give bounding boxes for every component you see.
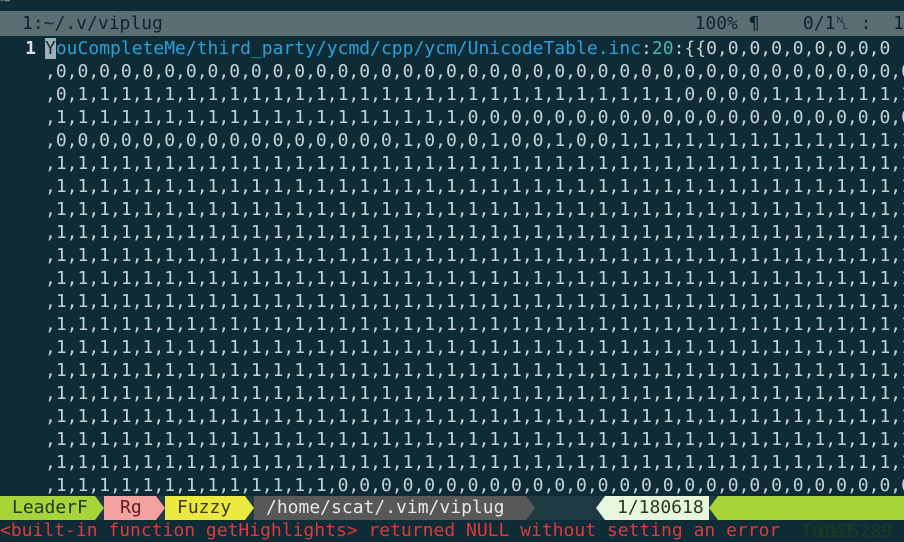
match-text: ,1,1,1,1,1,1,1,1,1,1,1,1,1,1,1,1,1,1,1,1…	[45, 176, 904, 197]
line-number: 1	[25, 38, 36, 59]
match-text: ,1,1,1,1,1,1,1,1,1,1,1,1,1,1,1,1,1,1,1,1…	[45, 245, 904, 266]
match-text: ,1,1,1,1,1,1,1,1,1,1,1,1,1,1,1,1,1,1,1,1…	[45, 268, 904, 289]
line-number-gutter	[0, 152, 45, 175]
match-text: ,0,1,1,1,1,1,1,1,1,1,1,1,1,1,1,1,1,1,1,1…	[45, 84, 904, 105]
status-position-info: 100% ¶ 0/1␤ : 1	[694, 13, 904, 34]
wrapped-line[interactable]: ,1,1,1,1,1,1,1,1,1,1,1,1,1,1,1,1,1,1,1,1…	[0, 221, 904, 244]
wrapped-line[interactable]: ,1,1,1,1,1,1,1,1,1,1,1,1,1,1,1,1,1,1,1,1…	[0, 313, 904, 336]
leaderf-cwd: /home/scat/.vim/viplug	[254, 496, 526, 520]
wrapped-line[interactable]: ,0,0,0,0,0,0,0,0,0,0,0,0,0,0,0,0,1,0,0,0…	[0, 129, 904, 152]
line-number-gutter	[0, 313, 45, 336]
match-text: ,1,1,1,1,1,1,1,1,1,1,1,1,1,1,1,1,1,1,1,1…	[45, 383, 904, 404]
match-text: ,1,1,1,1,1,1,1,1,1,1,1,1,1,1,1,1,1,1,1,1…	[45, 429, 904, 450]
wrapped-line[interactable]: ,1,1,1,1,1,1,1,1,1,1,1,1,1,1,1,1,1,1,1,1…	[0, 451, 904, 474]
line-number-gutter	[0, 382, 45, 405]
match-text: ,1,1,1,1,1,1,1,1,1,1,1,1,1,1,1,1,1,1,1,1…	[45, 337, 904, 358]
vim-terminal: ~ 1:~/.v/viplug 100% ¶ 0/1␤ : 1 1 YouComp…	[0, 0, 904, 542]
match-text: ,1,1,1,1,1,1,1,1,1,1,1,1,1,1,1,1,1,1,1,1…	[45, 452, 904, 473]
match-text: ,1,1,1,1,1,1,1,1,1,1,1,1,1,1,1,1,1,1,1,1…	[45, 153, 904, 174]
line-number-gutter	[0, 129, 45, 152]
match-text: ,1,1,1,1,1,1,1,1,1,1,1,1,1,1,1,1,1,1,1,1…	[45, 314, 904, 335]
wrapped-line[interactable]: ,1,1,1,1,1,1,1,1,1,1,1,1,1,1,1,1,1,1,1,1…	[0, 267, 904, 290]
wrapped-line[interactable]: ,0,0,0,0,0,0,0,0,0,0,0,0,0,0,0,0,0,0,0,0…	[0, 60, 904, 83]
match-text: {{0,0,0,0,0,0,0,0,0	[684, 38, 891, 59]
powerline-separator-icon	[526, 496, 535, 520]
wrapped-line[interactable]: ,1,1,1,1,1,1,1,1,1,1,1,1,1,1,1,1,1,1,1,1…	[0, 336, 904, 359]
match-text: ,1,1,1,1,1,1,1,1,1,1,1,1,1,1,1,1,1,1,1,1…	[45, 406, 904, 427]
powerline-separator-icon	[156, 496, 165, 520]
wrapped-line[interactable]: ,1,1,1,1,1,1,1,1,1,1,1,1,1,1,1,1,1,1,1,1…	[0, 382, 904, 405]
wrapped-line[interactable]: ,1,1,1,1,1,1,1,1,1,1,1,1,1,1,1,1,1,1,1,1…	[0, 359, 904, 382]
line-number-gutter	[0, 198, 45, 221]
line-number-gutter	[0, 336, 45, 359]
error-message: <built-in function getHighlights> return…	[0, 520, 781, 541]
match-text: ,0,0,0,0,0,0,0,0,0,0,0,0,0,0,0,0,1,0,0,0…	[45, 130, 904, 151]
status-buffer-path: 1:~/.v/viplug	[22, 13, 163, 34]
line-number-gutter	[0, 474, 45, 497]
powerline-separator-icon	[245, 496, 254, 520]
leaderf-mode-indicator: LeaderF	[0, 496, 95, 520]
wrapped-line[interactable]: ,1,1,1,1,1,1,1,1,1,1,1,1,1,1,1,1,1,1,1,1…	[0, 198, 904, 221]
leaderf-match-counter: 1/180618	[605, 496, 709, 520]
match-line-number: 20	[651, 38, 674, 59]
line-number-gutter	[0, 451, 45, 474]
leaderf-category: Rg	[104, 496, 156, 520]
text-cursor: Y	[45, 38, 56, 59]
line-number-gutter	[0, 106, 45, 129]
match-text: ,0,0,0,0,0,0,0,0,0,0,0,0,0,0,0,0,0,0,0,0…	[45, 61, 904, 82]
line-number-gutter	[0, 244, 45, 267]
result-list[interactable]: 1 YouCompleteMe/third_party/ycmd/cpp/ycm/…	[0, 37, 904, 520]
wrapped-line[interactable]: ,1,1,1,1,1,1,1,1,1,1,1,1,1,0,0,0,0,0,0,0…	[0, 474, 904, 497]
leaderf-match-mode: Fuzzy	[165, 496, 245, 520]
line-number-gutter	[0, 83, 45, 106]
wrapped-line[interactable]: ,1,1,1,1,1,1,1,1,1,1,1,1,1,1,1,1,1,1,1,1…	[0, 244, 904, 267]
match-text: ,1,1,1,1,1,1,1,1,1,1,1,1,1,1,1,1,1,1,1,1…	[45, 360, 904, 381]
line-number-gutter	[0, 405, 45, 428]
wrapped-line[interactable]: ,1,1,1,1,1,1,1,1,1,1,1,1,1,1,1,1,1,1,1,1…	[0, 175, 904, 198]
leaderf-total: Total 1125289	[718, 496, 904, 542]
match-text: ,1,1,1,1,1,1,1,1,1,1,1,1,1,1,1,1,1,1,1,1…	[45, 291, 904, 312]
line-number-gutter	[0, 60, 45, 83]
leaderf-status-line: LeaderF Rg Fuzzy /home/scat/.vim/viplug …	[0, 496, 904, 542]
line-number-gutter	[0, 175, 45, 198]
result-file-path[interactable]: ouCompleteMe/third_party/ycmd/cpp/ycm/Un…	[56, 38, 641, 59]
powerline-separator-icon	[709, 496, 718, 520]
separator-colon: :	[673, 38, 685, 59]
empty-buffer-tilde: ~	[0, 0, 11, 11]
result-line[interactable]: 1 YouCompleteMe/third_party/ycmd/cpp/ycm/…	[0, 37, 904, 60]
wrapped-line[interactable]: ,1,1,1,1,1,1,1,1,1,1,1,1,1,1,1,1,1,1,1,1…	[0, 428, 904, 451]
match-text: ,1,1,1,1,1,1,1,1,1,1,1,1,1,1,1,1,1,1,1,1…	[45, 222, 904, 243]
wrapped-line[interactable]: ,1,1,1,1,1,1,1,1,1,1,1,1,1,1,1,1,1,1,1,1…	[0, 152, 904, 175]
wrapped-line[interactable]: ,1,1,1,1,1,1,1,1,1,1,1,1,1,1,1,1,1,1,1,1…	[0, 405, 904, 428]
window-status-bar[interactable]: 1:~/.v/viplug 100% ¶ 0/1␤ : 1	[0, 11, 904, 36]
wrapped-line[interactable]: ,1,1,1,1,1,1,1,1,1,1,1,1,1,1,1,1,1,1,1,1…	[0, 290, 904, 313]
line-number-gutter	[0, 267, 45, 290]
line-number-gutter	[0, 359, 45, 382]
separator-colon: :	[641, 38, 652, 59]
wrapped-line[interactable]: ,1,1,1,1,1,1,1,1,1,1,1,1,1,1,1,1,1,1,1,0…	[0, 106, 904, 129]
line-number-gutter	[0, 428, 45, 451]
match-text: ,1,1,1,1,1,1,1,1,1,1,1,1,1,1,1,1,1,1,1,1…	[45, 199, 904, 220]
wrapped-line[interactable]: ,0,1,1,1,1,1,1,1,1,1,1,1,1,1,1,1,1,1,1,1…	[0, 83, 904, 106]
match-text: ,1,1,1,1,1,1,1,1,1,1,1,1,1,0,0,0,0,0,0,0…	[45, 475, 904, 496]
powerline-separator-icon	[95, 496, 104, 520]
match-text: ,1,1,1,1,1,1,1,1,1,1,1,1,1,1,1,1,1,1,1,0…	[45, 107, 904, 128]
line-number-gutter	[0, 221, 45, 244]
powerline-separator-icon	[596, 496, 605, 520]
line-number-gutter	[0, 290, 45, 313]
